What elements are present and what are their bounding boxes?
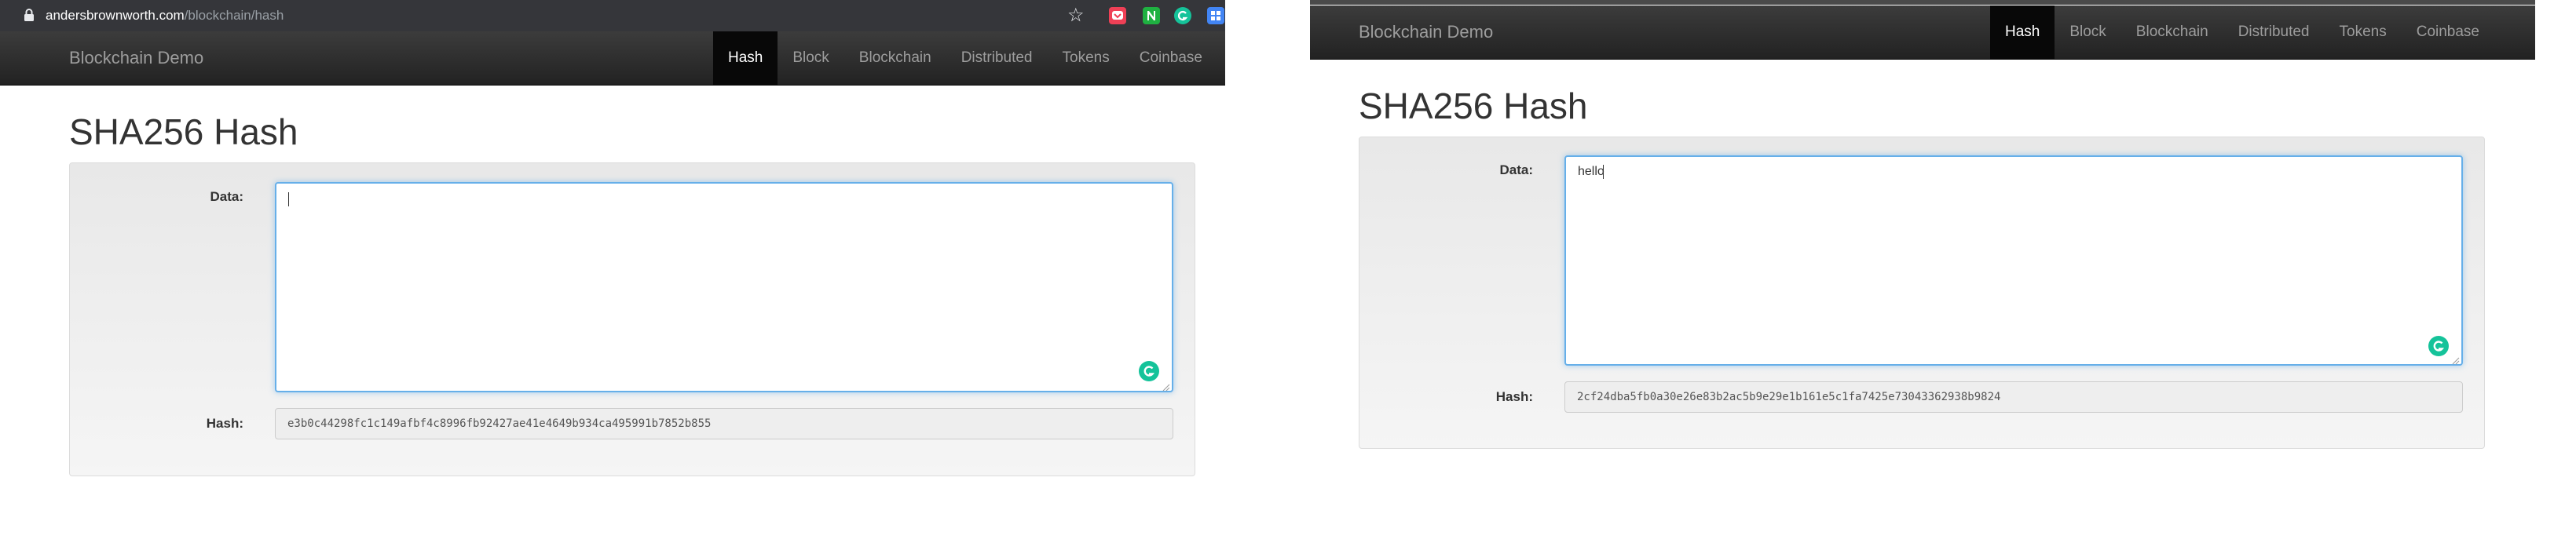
- navbar-brand[interactable]: Blockchain Demo: [1359, 5, 1493, 59]
- nav-item-block[interactable]: Block: [2055, 5, 2120, 59]
- ext-extension-icon[interactable]: [1207, 7, 1224, 24]
- nav-menu: Hash Block Blockchain Distributed Tokens…: [1989, 5, 2494, 59]
- navbar: Blockchain Demo Hash Block Blockchain Di…: [1310, 5, 2535, 60]
- nav-item-tokens[interactable]: Tokens: [1048, 31, 1125, 85]
- grammarly-extension-icon[interactable]: [1174, 7, 1191, 24]
- navbar-brand[interactable]: Blockchain Demo: [69, 31, 203, 85]
- url-path: /blockchain/hash: [184, 8, 284, 23]
- browser-address-bar[interactable]: andersbrownworth.com/blockchain/hash ☆: [0, 0, 1225, 31]
- nav-item-tokens[interactable]: Tokens: [2325, 5, 2402, 59]
- text-caret: [288, 192, 289, 206]
- hash-label: Hash:: [1495, 389, 1533, 404]
- page-title: SHA256 Hash: [69, 111, 298, 152]
- text-caret: [1603, 165, 1604, 179]
- screenshot-right: Blockchain Demo Hash Block Blockchain Di…: [1310, 0, 2535, 543]
- navbar: Blockchain Demo Hash Block Blockchain Di…: [0, 31, 1225, 86]
- n-extension-icon[interactable]: [1143, 7, 1160, 24]
- pocket-extension-icon[interactable]: [1109, 7, 1126, 24]
- hash-output: e3b0c44298fc1c149afbf4c8996fb92427ae41e4…: [275, 408, 1173, 439]
- hash-label: Hash:: [206, 416, 243, 431]
- screenshot-left: andersbrownworth.com/blockchain/hash ☆ B…: [0, 0, 1225, 543]
- nav-item-distributed[interactable]: Distributed: [2223, 5, 2325, 59]
- star-icon[interactable]: ☆: [1067, 5, 1085, 27]
- nav-item-blockchain[interactable]: Blockchain: [2121, 5, 2223, 59]
- lock-icon: [24, 9, 35, 21]
- nav-item-blockchain[interactable]: Blockchain: [844, 31, 946, 85]
- resize-handle-icon[interactable]: [1162, 381, 1170, 392]
- data-textarea[interactable]: [275, 182, 1173, 392]
- nav-item-hash[interactable]: Hash: [712, 31, 778, 85]
- grammarly-icon[interactable]: [1139, 361, 1159, 381]
- nav-item-distributed[interactable]: Distributed: [946, 31, 1048, 85]
- page-title: SHA256 Hash: [1359, 86, 1588, 126]
- data-label: Data:: [1499, 162, 1533, 177]
- browser-edge: [1310, 0, 2535, 5]
- url-text[interactable]: andersbrownworth.com/blockchain/hash: [46, 7, 284, 24]
- hash-output: 2cf24dba5fb0a30e26e83b2ac5b9e29e1b161e5c…: [1564, 381, 2463, 413]
- data-textarea[interactable]: hello: [1564, 155, 2463, 366]
- url-host: andersbrownworth.com: [46, 8, 185, 23]
- data-label: Data:: [210, 189, 243, 204]
- nav-item-hash[interactable]: Hash: [1989, 5, 2055, 59]
- resize-handle-icon[interactable]: [2452, 355, 2460, 365]
- nav-item-coinbase[interactable]: Coinbase: [2402, 5, 2494, 59]
- nav-item-coinbase[interactable]: Coinbase: [1125, 31, 1217, 85]
- grammarly-icon[interactable]: [2428, 336, 2449, 356]
- nav-item-block[interactable]: Block: [778, 31, 843, 85]
- nav-menu: Hash Block Blockchain Distributed Tokens…: [712, 31, 1217, 85]
